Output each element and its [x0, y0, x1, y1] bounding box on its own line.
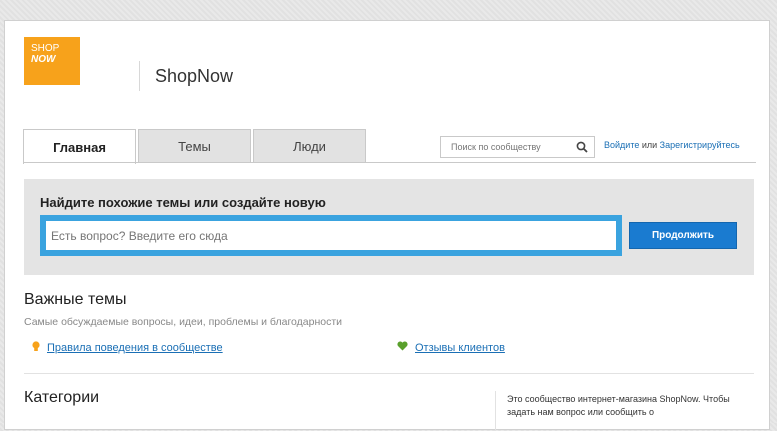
- community-search: [440, 136, 595, 158]
- shopnow-logo[interactable]: SHOP NOW: [24, 37, 80, 85]
- logo-line1: SHOP: [31, 43, 60, 54]
- tabs-baseline: [23, 162, 756, 163]
- ask-question-input[interactable]: [46, 221, 616, 250]
- categories-title: Категории: [24, 389, 100, 406]
- community-rules-link[interactable]: Правила поведения в сообществе: [32, 341, 223, 355]
- auth-or: или: [639, 140, 660, 150]
- community-rules-label: Правила поведения в сообществе: [47, 342, 223, 354]
- header-divider: [139, 61, 140, 91]
- lightbulb-icon: [32, 341, 40, 355]
- search-input[interactable]: [441, 142, 571, 152]
- ask-question-panel: Найдите похожие темы или создайте новую …: [24, 179, 754, 275]
- tab-people[interactable]: Люди: [253, 129, 366, 163]
- tab-home[interactable]: Главная: [23, 129, 136, 164]
- community-about-text: Это сообщество интернет-магазина ShopNow…: [507, 394, 730, 417]
- auth-links: Войдите или Зарегистрируйтесь: [604, 140, 740, 150]
- customer-reviews-label: Отзывы клиентов: [415, 341, 505, 354]
- login-link[interactable]: Войдите: [604, 140, 639, 150]
- search-icon[interactable]: [571, 141, 593, 153]
- customer-reviews-link[interactable]: Отзывы клиентов: [397, 341, 505, 354]
- register-link[interactable]: Зарегистрируйтесь: [660, 140, 740, 150]
- section-divider: [24, 373, 754, 374]
- ask-input-frame: [40, 215, 622, 256]
- tab-topics[interactable]: Темы: [138, 129, 251, 163]
- brand-name: ShopNow: [155, 66, 234, 86]
- important-topics-title: Важные темы: [24, 291, 127, 308]
- about-divider: [495, 391, 496, 431]
- important-topics-subtitle: Самые обсуждаемые вопросы, идеи, проблем…: [24, 316, 343, 328]
- continue-button[interactable]: Продолжить: [629, 222, 737, 249]
- heart-icon: [397, 341, 408, 354]
- logo-line2: NOW: [31, 54, 56, 65]
- ask-title: Найдите похожие темы или создайте новую: [40, 195, 326, 210]
- page-container: SHOP NOW ShopNow Главная Темы Люди Войди…: [4, 20, 770, 431]
